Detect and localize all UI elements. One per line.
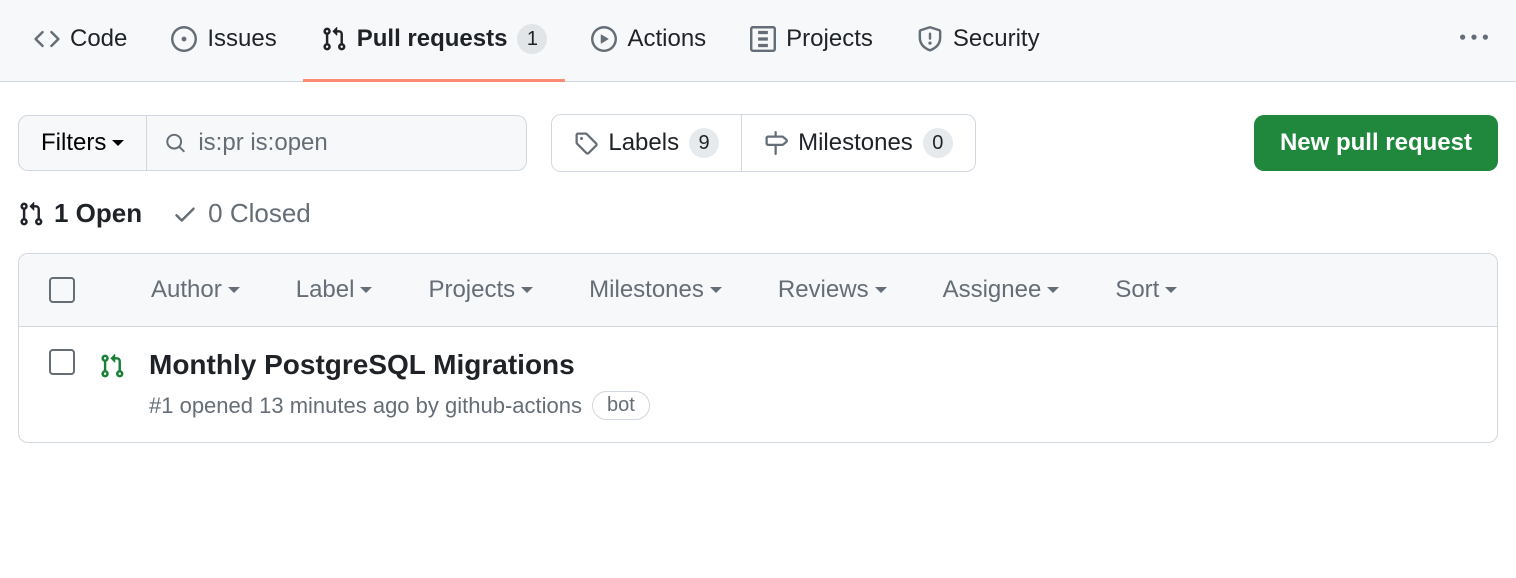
code-icon — [34, 26, 60, 52]
filter-reviews[interactable]: Reviews — [778, 276, 887, 304]
filters-label: Filters — [41, 129, 106, 157]
nav-pr-count: 1 — [517, 24, 547, 54]
nav-code-label: Code — [70, 25, 127, 53]
play-icon — [591, 26, 617, 52]
milestones-label: Milestones — [798, 129, 913, 157]
caret-down-icon — [1047, 287, 1059, 299]
nav-projects-label: Projects — [786, 25, 873, 53]
list-item[interactable]: Monthly PostgreSQL Migrations #1 opened … — [19, 327, 1497, 442]
status-tabs: 1 Open 0 Closed — [0, 188, 1516, 253]
filter-milestones[interactable]: Milestones — [589, 276, 722, 304]
row-checkbox[interactable] — [49, 349, 75, 375]
status-open-label: 1 Open — [54, 198, 142, 229]
status-open[interactable]: 1 Open — [18, 198, 142, 229]
check-icon — [172, 201, 198, 227]
filter-label[interactable]: Label — [296, 276, 373, 304]
row-content: Monthly PostgreSQL Migrations #1 opened … — [149, 349, 1467, 420]
filters-button[interactable]: Filters — [18, 115, 147, 171]
labels-button[interactable]: Labels 9 — [552, 115, 741, 171]
issue-icon — [171, 26, 197, 52]
labels-milestones-group: Labels 9 Milestones 0 — [551, 114, 975, 172]
kebab-icon — [1460, 24, 1488, 52]
select-all-checkbox[interactable] — [49, 277, 75, 303]
pr-list: Author Label Projects Milestones Reviews… — [18, 253, 1498, 443]
filter-author[interactable]: Author — [151, 276, 240, 304]
milestone-icon — [764, 131, 788, 155]
search-icon — [165, 131, 186, 155]
caret-down-icon — [875, 287, 887, 299]
pr-meta-text: #1 opened 13 minutes ago by github-actio… — [149, 393, 582, 419]
list-header: Author Label Projects Milestones Reviews… — [19, 254, 1497, 327]
pr-meta: #1 opened 13 minutes ago by github-actio… — [149, 391, 1467, 420]
tag-icon — [574, 131, 598, 155]
caret-down-icon — [710, 287, 722, 299]
filter-assignee[interactable]: Assignee — [943, 276, 1060, 304]
search-box[interactable] — [147, 115, 527, 171]
milestones-count: 0 — [923, 128, 953, 158]
nav-security[interactable]: Security — [899, 0, 1058, 82]
new-pull-request-button[interactable]: New pull request — [1254, 115, 1498, 171]
search-input[interactable] — [198, 129, 508, 157]
labels-label: Labels — [608, 129, 679, 157]
nav-actions-label: Actions — [627, 25, 706, 53]
labels-count: 9 — [689, 128, 719, 158]
caret-down-icon — [228, 287, 240, 299]
milestones-button[interactable]: Milestones 0 — [741, 115, 975, 171]
nav-issues[interactable]: Issues — [153, 0, 294, 82]
shield-icon — [917, 26, 943, 52]
nav-security-label: Security — [953, 25, 1040, 53]
nav-code[interactable]: Code — [16, 0, 145, 82]
caret-down-icon — [360, 287, 372, 299]
pr-title[interactable]: Monthly PostgreSQL Migrations — [149, 349, 1467, 381]
status-closed[interactable]: 0 Closed — [172, 198, 311, 229]
pull-request-icon — [18, 201, 44, 227]
nav-pr-label: Pull requests — [357, 25, 508, 53]
toolbar: Filters Labels 9 Milestones 0 New pull r… — [0, 82, 1516, 188]
caret-down-icon — [1165, 287, 1177, 299]
status-closed-label: 0 Closed — [208, 198, 311, 229]
bot-badge: bot — [592, 391, 650, 420]
nav-overflow-menu[interactable] — [1448, 12, 1500, 69]
column-filters: Author Label Projects Milestones Reviews… — [151, 276, 1467, 304]
pull-request-open-icon — [99, 353, 125, 384]
table-icon — [750, 26, 776, 52]
repo-nav: Code Issues Pull requests 1 Actions Proj… — [0, 0, 1516, 82]
caret-down-icon — [112, 140, 124, 152]
nav-issues-label: Issues — [207, 25, 276, 53]
filter-sort[interactable]: Sort — [1115, 276, 1177, 304]
nav-actions[interactable]: Actions — [573, 0, 724, 82]
pull-request-icon — [321, 26, 347, 52]
caret-down-icon — [521, 287, 533, 299]
filter-projects[interactable]: Projects — [428, 276, 533, 304]
filters-search-group: Filters — [18, 115, 527, 171]
nav-projects[interactable]: Projects — [732, 0, 891, 82]
nav-pull-requests[interactable]: Pull requests 1 — [303, 0, 566, 82]
